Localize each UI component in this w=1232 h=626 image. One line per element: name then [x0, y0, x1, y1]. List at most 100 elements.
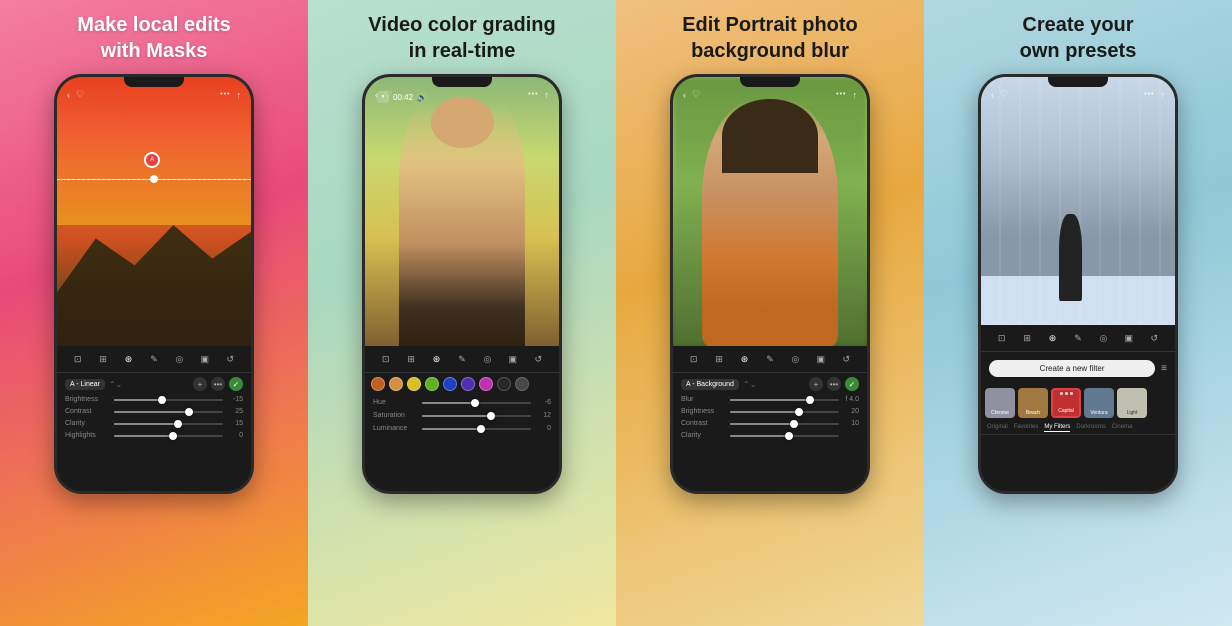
more-icon-3[interactable]: ••• — [836, 91, 846, 98]
ptool-frame[interactable]: ▣ — [813, 351, 829, 367]
fltool-crop[interactable]: ⊡ — [994, 330, 1010, 346]
fltool-frame[interactable]: ▣ — [1121, 330, 1137, 346]
slider-track-brightness-3[interactable] — [730, 411, 839, 413]
more-icon-1[interactable]: ••• — [220, 91, 230, 98]
slider-val-saturation: 12 — [535, 412, 551, 419]
back-icon-4[interactable]: ‹ — [991, 90, 994, 100]
topbar-right-1: ••• ↑ — [220, 90, 241, 100]
topbar-left-3: ‹ ♡ — [683, 89, 700, 100]
tool-history[interactable]: ↺ — [222, 351, 238, 367]
back-icon-2[interactable]: ‹ — [375, 90, 378, 100]
swatch-yellow[interactable] — [407, 377, 421, 391]
add-preset-btn[interactable]: + — [193, 377, 207, 391]
more-preset-btn[interactable]: ••• — [211, 377, 225, 391]
slider-clarity-1: Clarity 15 — [65, 420, 243, 427]
slider-track-saturation[interactable] — [422, 415, 531, 417]
create-filter-button[interactable]: Create a new filter — [989, 360, 1155, 377]
back-icon-1[interactable]: ‹ — [67, 90, 70, 100]
more-preset-btn-3[interactable]: ••• — [827, 377, 841, 391]
heart-icon-2[interactable]: ♡ — [384, 89, 392, 100]
swatch-gray[interactable] — [515, 377, 529, 391]
tab-darkrooms[interactable]: Darkrooms — [1076, 423, 1105, 432]
ptool-mask[interactable]: ⊛ — [737, 351, 753, 367]
fltool-draw[interactable]: ✎ — [1070, 330, 1086, 346]
slider-track-hue[interactable] — [422, 402, 531, 404]
swatch-purple[interactable] — [461, 377, 475, 391]
tool-crop[interactable]: ⊡ — [70, 351, 86, 367]
tool-lens[interactable]: ◎ — [171, 351, 187, 367]
share-icon-1[interactable]: ↑ — [237, 90, 242, 100]
tab-cinema[interactable]: Cinema — [1112, 423, 1133, 432]
tab-my-filters[interactable]: My Filters — [1044, 423, 1070, 432]
heart-icon-3[interactable]: ♡ — [692, 89, 700, 100]
slider-track-brightness-1[interactable] — [114, 399, 223, 401]
fltool-history[interactable]: ↺ — [1146, 330, 1162, 346]
portrait-bg: ⊙ PORTRAIT — [673, 77, 867, 346]
slider-track-clarity-1[interactable] — [114, 423, 223, 425]
filter-ventura[interactable]: Ventura — [1084, 388, 1114, 418]
fltool-adjust[interactable]: ⊞ — [1019, 330, 1035, 346]
more-icon-4[interactable]: ••• — [1144, 91, 1154, 98]
filter-chrome[interactable]: Chrome — [985, 388, 1015, 418]
share-icon-2[interactable]: ↑ — [545, 90, 550, 100]
vtool-adjust[interactable]: ⊞ — [403, 351, 419, 367]
preset-arrows-3[interactable]: ⌃⌄ — [743, 380, 756, 389]
tool-draw[interactable]: ✎ — [146, 351, 162, 367]
tab-favorites[interactable]: Favorites — [1014, 423, 1039, 432]
confirm-preset-btn[interactable]: ✓ — [229, 377, 243, 391]
slider-label-contrast-3: Contrast — [681, 420, 726, 427]
slider-track-contrast-3[interactable] — [730, 423, 839, 425]
more-icon-2[interactable]: ••• — [528, 91, 538, 98]
swatch-pink[interactable] — [479, 377, 493, 391]
share-icon-4[interactable]: ↑ — [1161, 90, 1166, 100]
vtool-history[interactable]: ↺ — [530, 351, 546, 367]
share-icon-3[interactable]: ↑ — [853, 90, 858, 100]
toolbar-video: ⊡ ⊞ ⊛ ✎ ◎ ▣ ↺ — [365, 346, 559, 373]
slider-clarity-3: Clarity — [681, 432, 859, 439]
add-preset-btn-3[interactable]: + — [809, 377, 823, 391]
tool-mask[interactable]: ⊛ — [121, 351, 137, 367]
ptool-history[interactable]: ↺ — [838, 351, 854, 367]
heart-icon-1[interactable]: ♡ — [76, 89, 84, 100]
swatch-blue[interactable] — [443, 377, 457, 391]
phone-frame-masks: ‹ ♡ ••• ↑ A — [54, 74, 254, 494]
swatch-orange[interactable] — [371, 377, 385, 391]
phone-notch-1 — [124, 77, 184, 87]
tab-original[interactable]: Original — [987, 423, 1008, 432]
slider-track-luminance[interactable] — [422, 428, 531, 430]
fltool-mask[interactable]: ⊛ — [1045, 330, 1061, 346]
vtool-mask[interactable]: ⊛ — [429, 351, 445, 367]
filter-beach[interactable]: Beach — [1018, 388, 1048, 418]
tool-frame[interactable]: ▣ — [197, 351, 213, 367]
panel-masks-title: Make local edits with Masks — [77, 12, 230, 64]
slider-track-highlights-1[interactable] — [114, 435, 223, 437]
swatch-amber[interactable] — [389, 377, 403, 391]
slider-track-contrast-1[interactable] — [114, 411, 223, 413]
ptool-draw[interactable]: ✎ — [762, 351, 778, 367]
filter-capital[interactable]: Capital — [1051, 388, 1081, 418]
ptool-lens[interactable]: ◎ — [787, 351, 803, 367]
vtool-crop[interactable]: ⊡ — [378, 351, 394, 367]
ptool-crop[interactable]: ⊡ — [686, 351, 702, 367]
preset-name-1[interactable]: A - Linear — [65, 379, 105, 390]
vtool-draw[interactable]: ✎ — [454, 351, 470, 367]
slider-track-blur[interactable] — [730, 399, 839, 401]
tool-adjust[interactable]: ⊞ — [95, 351, 111, 367]
preset-arrows-1[interactable]: ⌃⌄ — [109, 380, 122, 389]
vtool-lens[interactable]: ◎ — [479, 351, 495, 367]
fltool-lens[interactable]: ◎ — [1095, 330, 1111, 346]
preset-name-3[interactable]: A - Background — [681, 379, 739, 390]
swatch-dark[interactable] — [497, 377, 511, 391]
filter-light[interactable]: Light — [1117, 388, 1147, 418]
filter-menu-icon[interactable]: ≡ — [1161, 363, 1167, 374]
ptool-adjust[interactable]: ⊞ — [711, 351, 727, 367]
confirm-preset-btn-3[interactable]: ✓ — [845, 377, 859, 391]
back-icon-3[interactable]: ‹ — [683, 90, 686, 100]
vtool-frame[interactable]: ▣ — [505, 351, 521, 367]
heart-icon-4[interactable]: ♡ — [1000, 89, 1008, 100]
slider-track-clarity-3[interactable] — [730, 435, 839, 437]
swatch-green[interactable] — [425, 377, 439, 391]
slider-val-hue: -6 — [535, 399, 551, 406]
slider-luminance: Luminance 0 — [373, 425, 551, 432]
mask-center-dot[interactable] — [150, 175, 158, 183]
